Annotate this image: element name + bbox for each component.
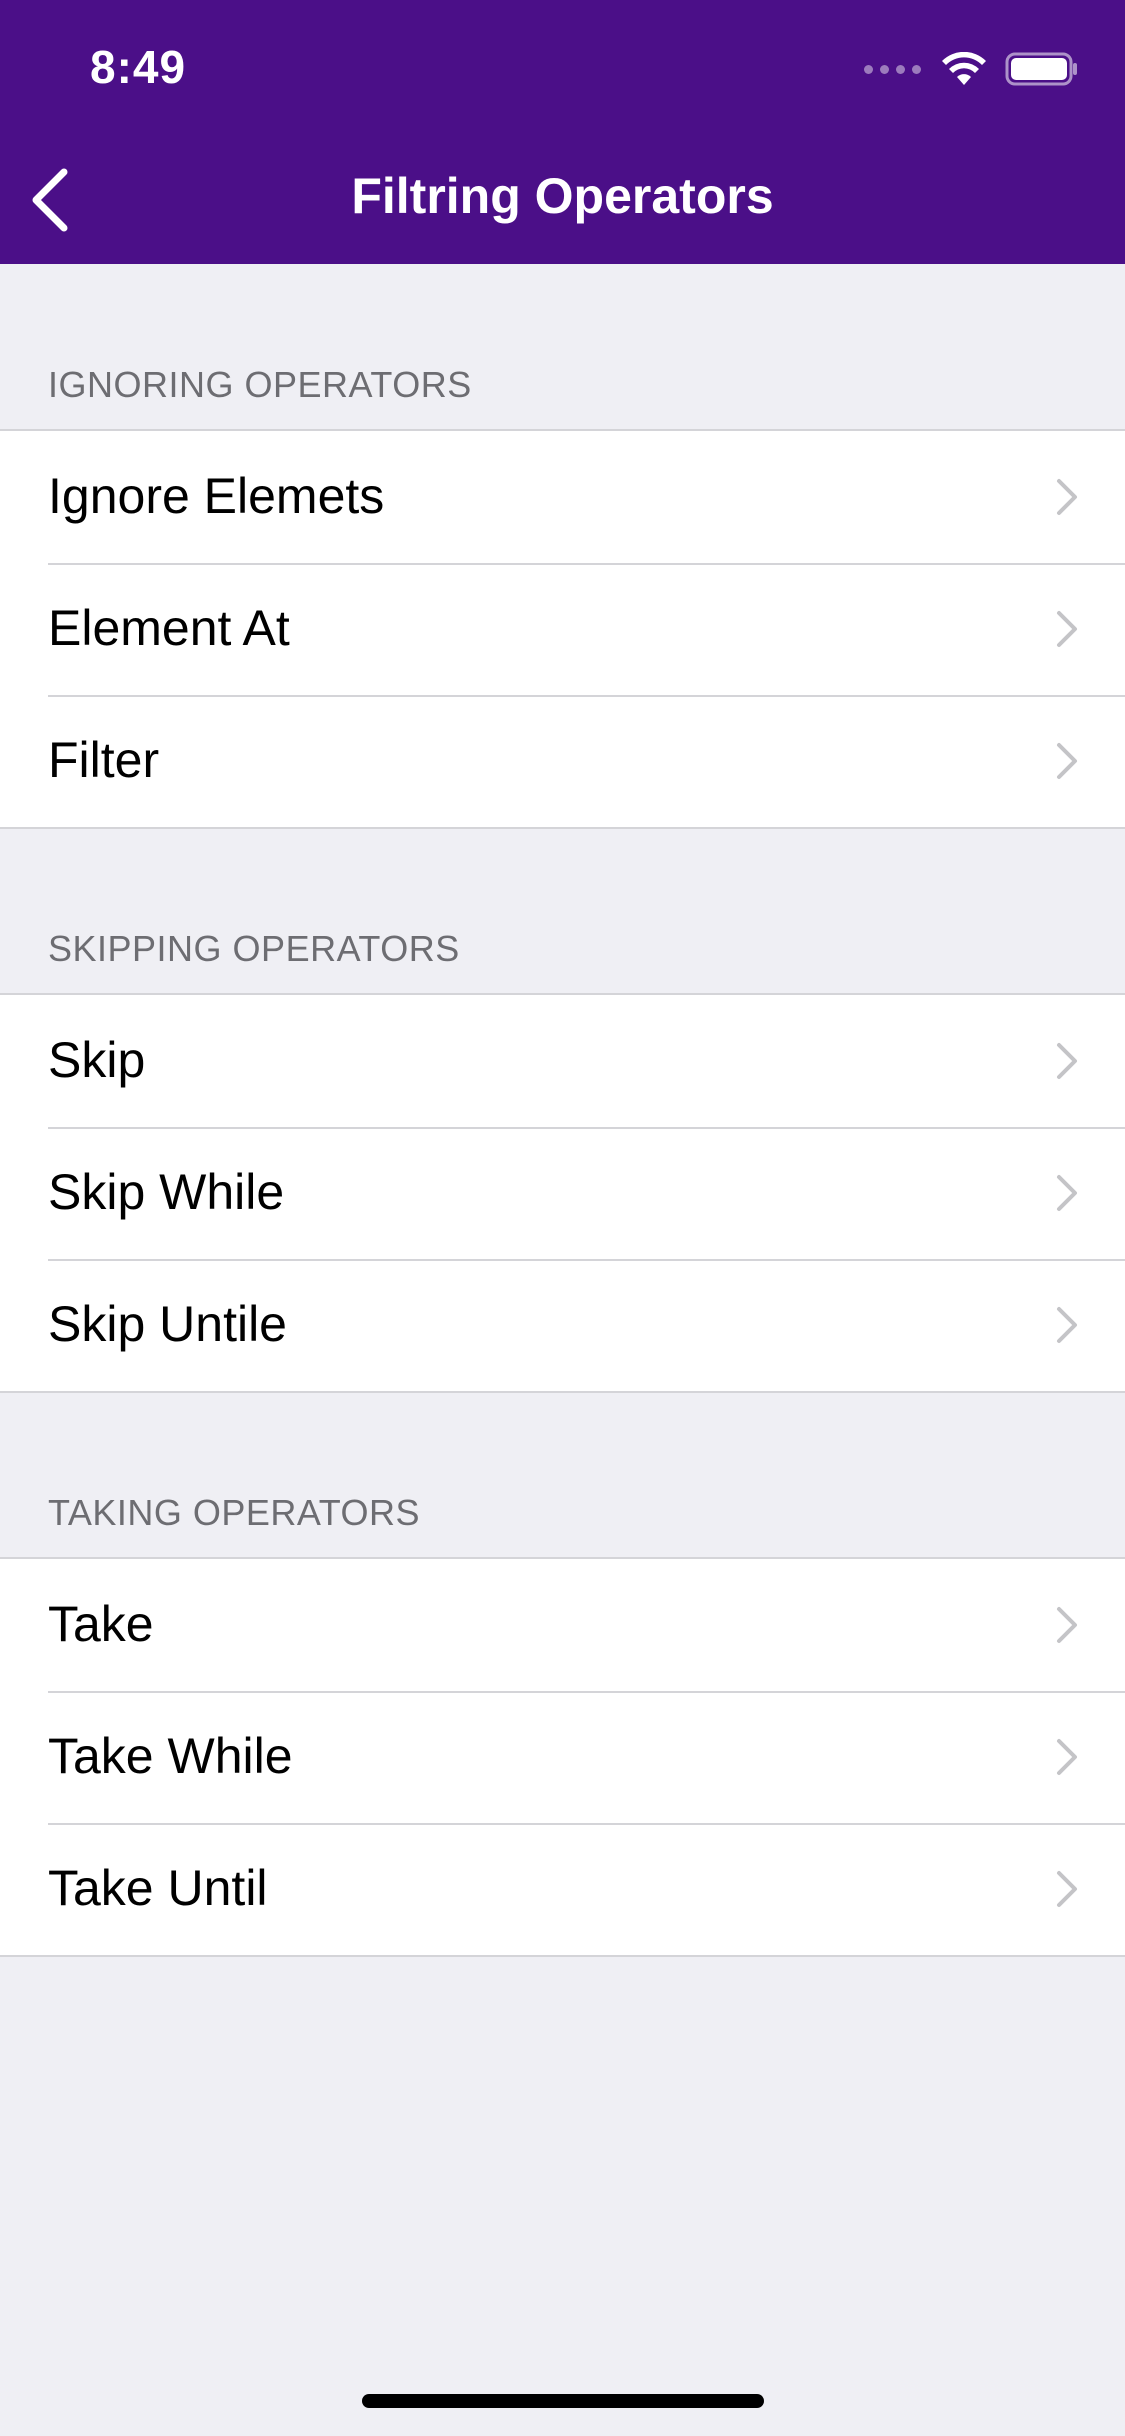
list-item-label: Skip (48, 1032, 146, 1088)
list-item-label: Skip Untile (48, 1296, 287, 1352)
chevron-right-icon (1057, 611, 1077, 647)
wifi-icon (942, 52, 986, 85)
section-header-skipping: SKIPPING OPERATORS (48, 928, 460, 969)
list-item-label: Skip While (48, 1164, 285, 1220)
navigation-bar: 8:49 Filtring Operators (0, 0, 1125, 264)
list-item-skip-while[interactable]: Skip While (0, 1127, 1125, 1259)
chevron-right-icon (1057, 479, 1077, 515)
home-indicator[interactable] (362, 2394, 764, 2408)
taking-operators-group: Take Take While Take Until (0, 1557, 1125, 1957)
chevron-right-icon (1057, 1607, 1077, 1643)
chevron-right-icon (1057, 1175, 1077, 1211)
chevron-right-icon (1057, 1739, 1077, 1775)
list-item-take[interactable]: Take (0, 1559, 1125, 1691)
ignoring-operators-group: Ignore Elemets Element At Filter (0, 429, 1125, 829)
list-item-ignore-elemets[interactable]: Ignore Elemets (0, 431, 1125, 563)
chevron-right-icon (1057, 743, 1077, 779)
skipping-operators-group: Skip Skip While Skip Untile (0, 993, 1125, 1393)
chevron-right-icon (1057, 1307, 1077, 1343)
page-title: Filtring Operators (351, 168, 774, 224)
list-item-label: Take Until (48, 1860, 268, 1916)
list-item-element-at[interactable]: Element At (0, 563, 1125, 695)
list-item-label: Element At (48, 600, 290, 656)
list-item-label: Take While (48, 1728, 293, 1784)
list-item-take-while[interactable]: Take While (0, 1691, 1125, 1823)
chevron-right-icon (1057, 1043, 1077, 1079)
section-header-taking: TAKING OPERATORS (48, 1492, 421, 1533)
status-icons (864, 52, 1079, 86)
list-item-label: Filter (48, 732, 160, 788)
list-item-label: Ignore Elemets (48, 468, 385, 524)
list-item-filter[interactable]: Filter (0, 695, 1125, 827)
cellular-signal-icon (864, 64, 921, 74)
battery-icon (1005, 52, 1077, 86)
chevron-right-icon (1057, 1871, 1077, 1907)
list-item-skip-untile[interactable]: Skip Untile (0, 1259, 1125, 1391)
list-item-skip[interactable]: Skip (0, 995, 1125, 1127)
section-header-ignoring: IGNORING OPERATORS (48, 364, 472, 405)
list-item-label: Take (48, 1596, 154, 1652)
list-item-take-until[interactable]: Take Until (0, 1823, 1125, 1955)
status-time: 8:49 (90, 41, 187, 93)
